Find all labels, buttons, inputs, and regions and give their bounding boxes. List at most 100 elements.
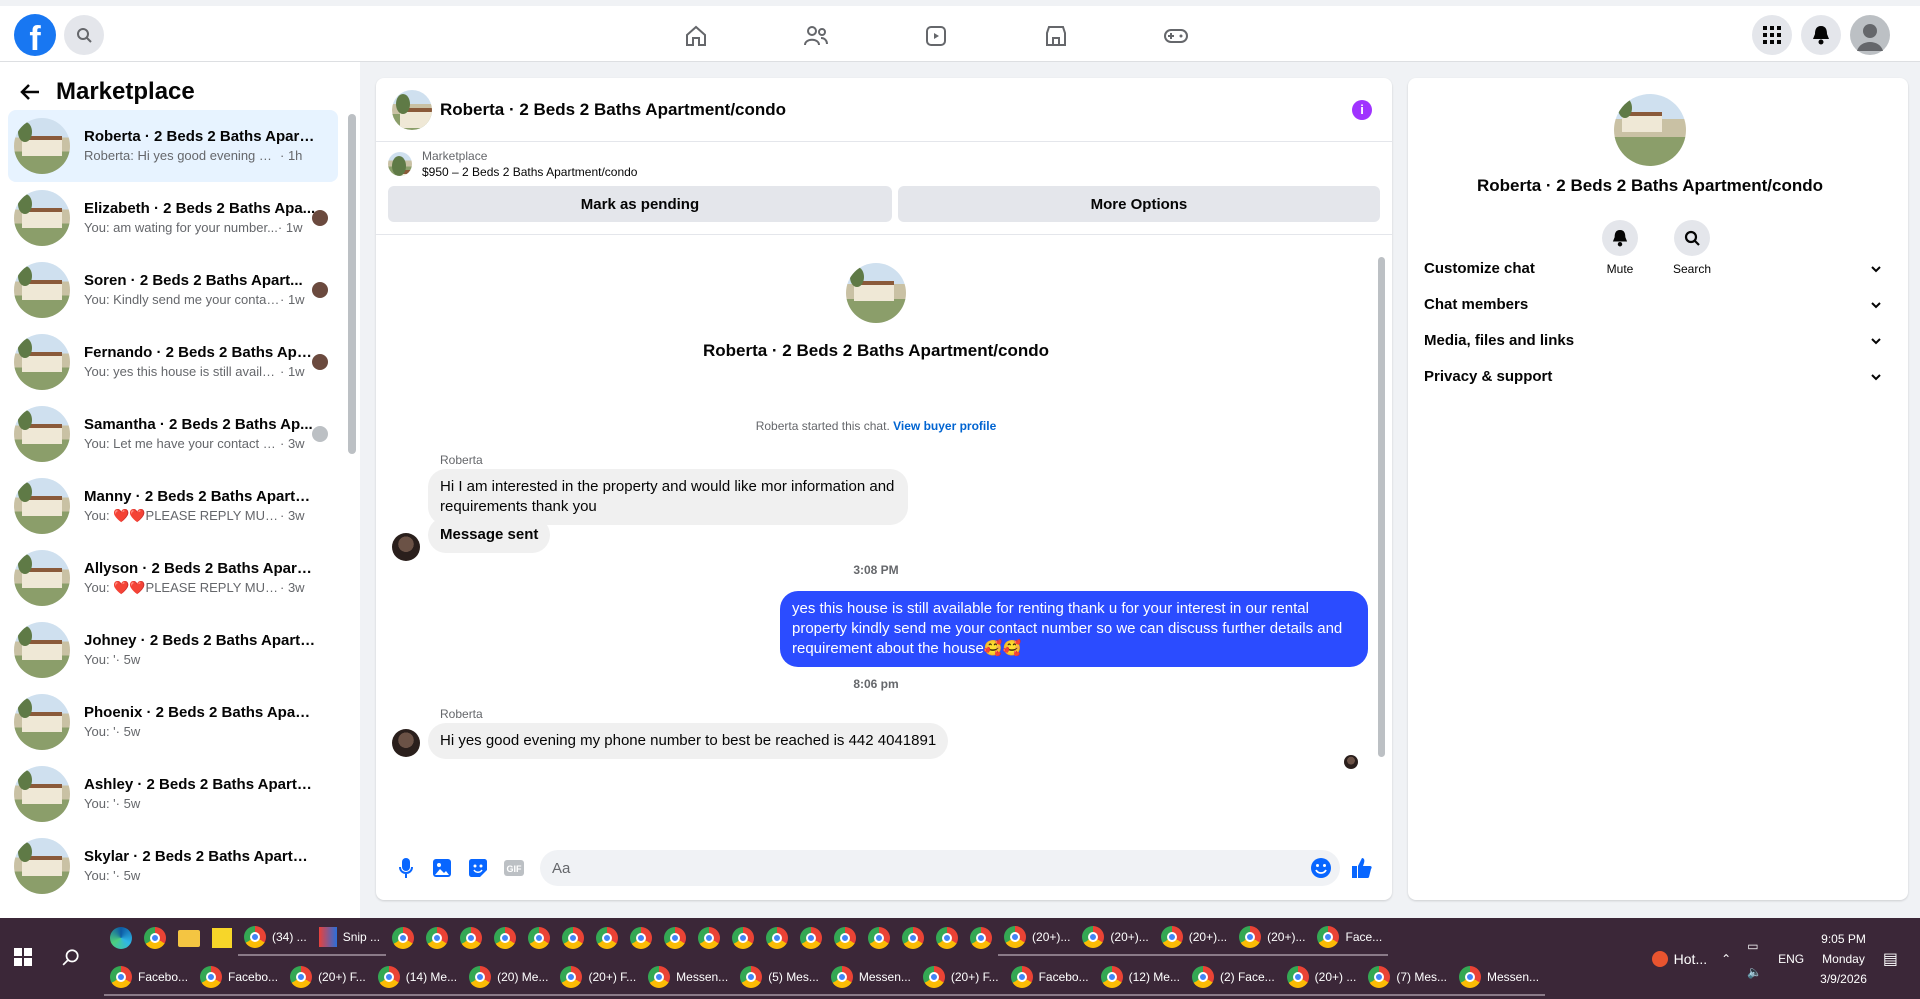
weather-text[interactable]: Hot... [1674, 951, 1707, 967]
taskbar-app[interactable] [930, 920, 964, 956]
details-section-customize-chat[interactable]: Customize chat [1424, 250, 1882, 286]
language-indicator[interactable]: ENG [1778, 952, 1804, 966]
listing-banner[interactable]: Marketplace $950 – 2 Beds 2 Baths Apartm… [376, 142, 1392, 186]
taskbar-app[interactable]: Messen... [642, 960, 735, 996]
taskbar-app[interactable]: (12) Me... [1094, 960, 1186, 996]
taskbar-app[interactable]: (20+)... [1076, 920, 1155, 956]
view-buyer-profile-link[interactable]: View buyer profile [893, 419, 996, 433]
chat-header-avatar[interactable] [392, 89, 432, 130]
search-icon[interactable] [64, 15, 104, 55]
taskbar-app[interactable] [624, 920, 658, 956]
emoji-icon[interactable] [1310, 857, 1332, 883]
microphone-icon[interactable] [388, 850, 424, 886]
taskbar-app[interactable] [964, 920, 998, 956]
taskbar-app[interactable]: (14) Me... [371, 960, 464, 996]
taskbar-app[interactable]: (2) Face... [1185, 960, 1281, 996]
gif-icon[interactable]: GIF [496, 850, 532, 886]
menu-grid-icon[interactable] [1752, 15, 1792, 55]
conversation-item[interactable]: Manny · 2 Beds 2 Baths Apartm... You: ❤️❤… [8, 470, 338, 542]
thumbs-up-icon[interactable] [1344, 850, 1380, 886]
network-icon[interactable]: ▭ [1747, 939, 1762, 953]
taskbar-app[interactable] [828, 920, 862, 956]
thread-scrollbar[interactable] [1378, 257, 1385, 757]
friends-icon[interactable] [756, 12, 876, 60]
taskbar-app[interactable] [556, 920, 590, 956]
conversation-item[interactable]: Fernando · 2 Beds 2 Baths Apart... You: y… [8, 326, 338, 398]
taskbar-app[interactable]: Facebo... [194, 960, 285, 996]
taskbar-app[interactable]: (7) Mes... [1362, 960, 1454, 996]
taskbar-app[interactable] [896, 920, 930, 956]
watch-icon[interactable] [876, 12, 996, 60]
marketplace-icon[interactable] [996, 12, 1116, 60]
sender-avatar[interactable] [392, 533, 420, 561]
gaming-icon[interactable] [1116, 12, 1236, 60]
taskbar-app[interactable] [862, 920, 896, 956]
taskbar-app[interactable] [138, 920, 172, 956]
mark-as-pending-button[interactable]: Mark as pending [388, 186, 892, 222]
taskbar-app[interactable]: (5) Mes... [734, 960, 825, 996]
taskbar-app[interactable]: (20+) F... [554, 960, 643, 996]
weather-icon[interactable] [1651, 950, 1668, 967]
notification-center-icon[interactable]: ▤ [1883, 949, 1898, 969]
conversation-item[interactable]: Samantha · 2 Beds 2 Baths Ap... You: Let … [8, 398, 338, 470]
taskbar-app[interactable]: (20+)... [1154, 920, 1234, 956]
taskbar-app[interactable] [454, 920, 488, 956]
account-avatar-icon[interactable] [1850, 15, 1890, 55]
taskbar-app[interactable]: (20+) ... [1280, 960, 1363, 996]
details-section-media-files-and-links[interactable]: Media, files and links [1424, 322, 1882, 358]
taskbar-app[interactable] [172, 920, 206, 956]
taskbar-search-icon[interactable] [62, 948, 80, 971]
taskbar-app[interactable] [760, 920, 794, 956]
back-arrow-icon[interactable] [18, 80, 42, 109]
home-icon[interactable] [636, 12, 756, 60]
outgoing-message[interactable]: yes this house is still available for re… [780, 591, 1368, 667]
conversation-item[interactable]: Johney · 2 Beds 2 Baths Apartm... You: ' ·… [8, 614, 338, 686]
photo-icon[interactable] [424, 850, 460, 886]
message-input[interactable]: Aa [540, 850, 1340, 886]
taskbar-app[interactable] [386, 920, 420, 956]
taskbar-app[interactable] [420, 920, 454, 956]
taskbar-app[interactable]: (20+) F... [916, 960, 1005, 996]
conversation-item[interactable]: Skylar · 2 Beds 2 Baths Apartme... You: '… [8, 830, 338, 902]
volume-icon[interactable]: 🔈 [1747, 965, 1762, 979]
conversation-item[interactable]: Ashley · 2 Beds 2 Baths Apartme... You: '… [8, 758, 338, 830]
sender-avatar[interactable] [392, 729, 420, 757]
taskbar-app[interactable]: Facebo... [104, 960, 195, 996]
clock[interactable]: 9:05 PM Monday 3/9/2026 [1820, 929, 1867, 989]
taskbar-app[interactable]: Facebo... [1004, 960, 1095, 996]
chevron-up-icon[interactable]: ⌃ [1721, 952, 1731, 966]
taskbar-app[interactable]: (34) ... [238, 920, 313, 956]
windows-start-icon[interactable] [14, 948, 32, 971]
incoming-message[interactable]: Message sent [428, 517, 551, 553]
taskbar-app[interactable] [104, 920, 138, 956]
facebook-logo-icon[interactable]: f [14, 14, 56, 56]
taskbar-app[interactable]: Messen... [1453, 960, 1546, 996]
taskbar-app[interactable]: Face... [1311, 920, 1389, 956]
taskbar-app[interactable] [794, 920, 828, 956]
taskbar-app[interactable]: (20+)... [1233, 920, 1312, 956]
conversation-item[interactable]: Roberta · 2 Beds 2 Baths Apartm... Robert… [8, 110, 338, 182]
conversation-item[interactable]: Elizabeth · 2 Beds 2 Baths Apa... You: am… [8, 182, 338, 254]
taskbar-app[interactable] [206, 920, 238, 956]
notifications-icon[interactable] [1801, 15, 1841, 55]
taskbar-app[interactable] [522, 920, 556, 956]
conversation-item[interactable]: Phoenix · 2 Beds 2 Baths Apart... You: ' ·… [8, 686, 338, 758]
taskbar-app[interactable]: (20+) F... [284, 960, 372, 996]
details-avatar[interactable] [1614, 94, 1686, 166]
taskbar-app[interactable]: (20+)... [998, 920, 1077, 956]
conversation-item[interactable]: Soren · 2 Beds 2 Baths Apart... You: Kind… [8, 254, 338, 326]
taskbar-app[interactable] [658, 920, 692, 956]
taskbar-app[interactable] [488, 920, 522, 956]
details-section-chat-members[interactable]: Chat members [1424, 286, 1882, 322]
sidebar-scrollbar[interactable] [348, 114, 356, 454]
taskbar-app[interactable] [692, 920, 726, 956]
taskbar-app[interactable]: Messen... [824, 960, 917, 996]
incoming-message[interactable]: Hi yes good evening my phone number to b… [428, 723, 949, 759]
info-icon[interactable]: i [1352, 100, 1372, 120]
taskbar-app[interactable] [590, 920, 624, 956]
taskbar-app[interactable]: (20) Me... [463, 960, 555, 996]
more-options-button[interactable]: More Options [897, 186, 1380, 222]
sticker-icon[interactable] [460, 850, 496, 886]
taskbar-app[interactable]: Snip ... [312, 920, 387, 956]
taskbar-app[interactable] [726, 920, 760, 956]
